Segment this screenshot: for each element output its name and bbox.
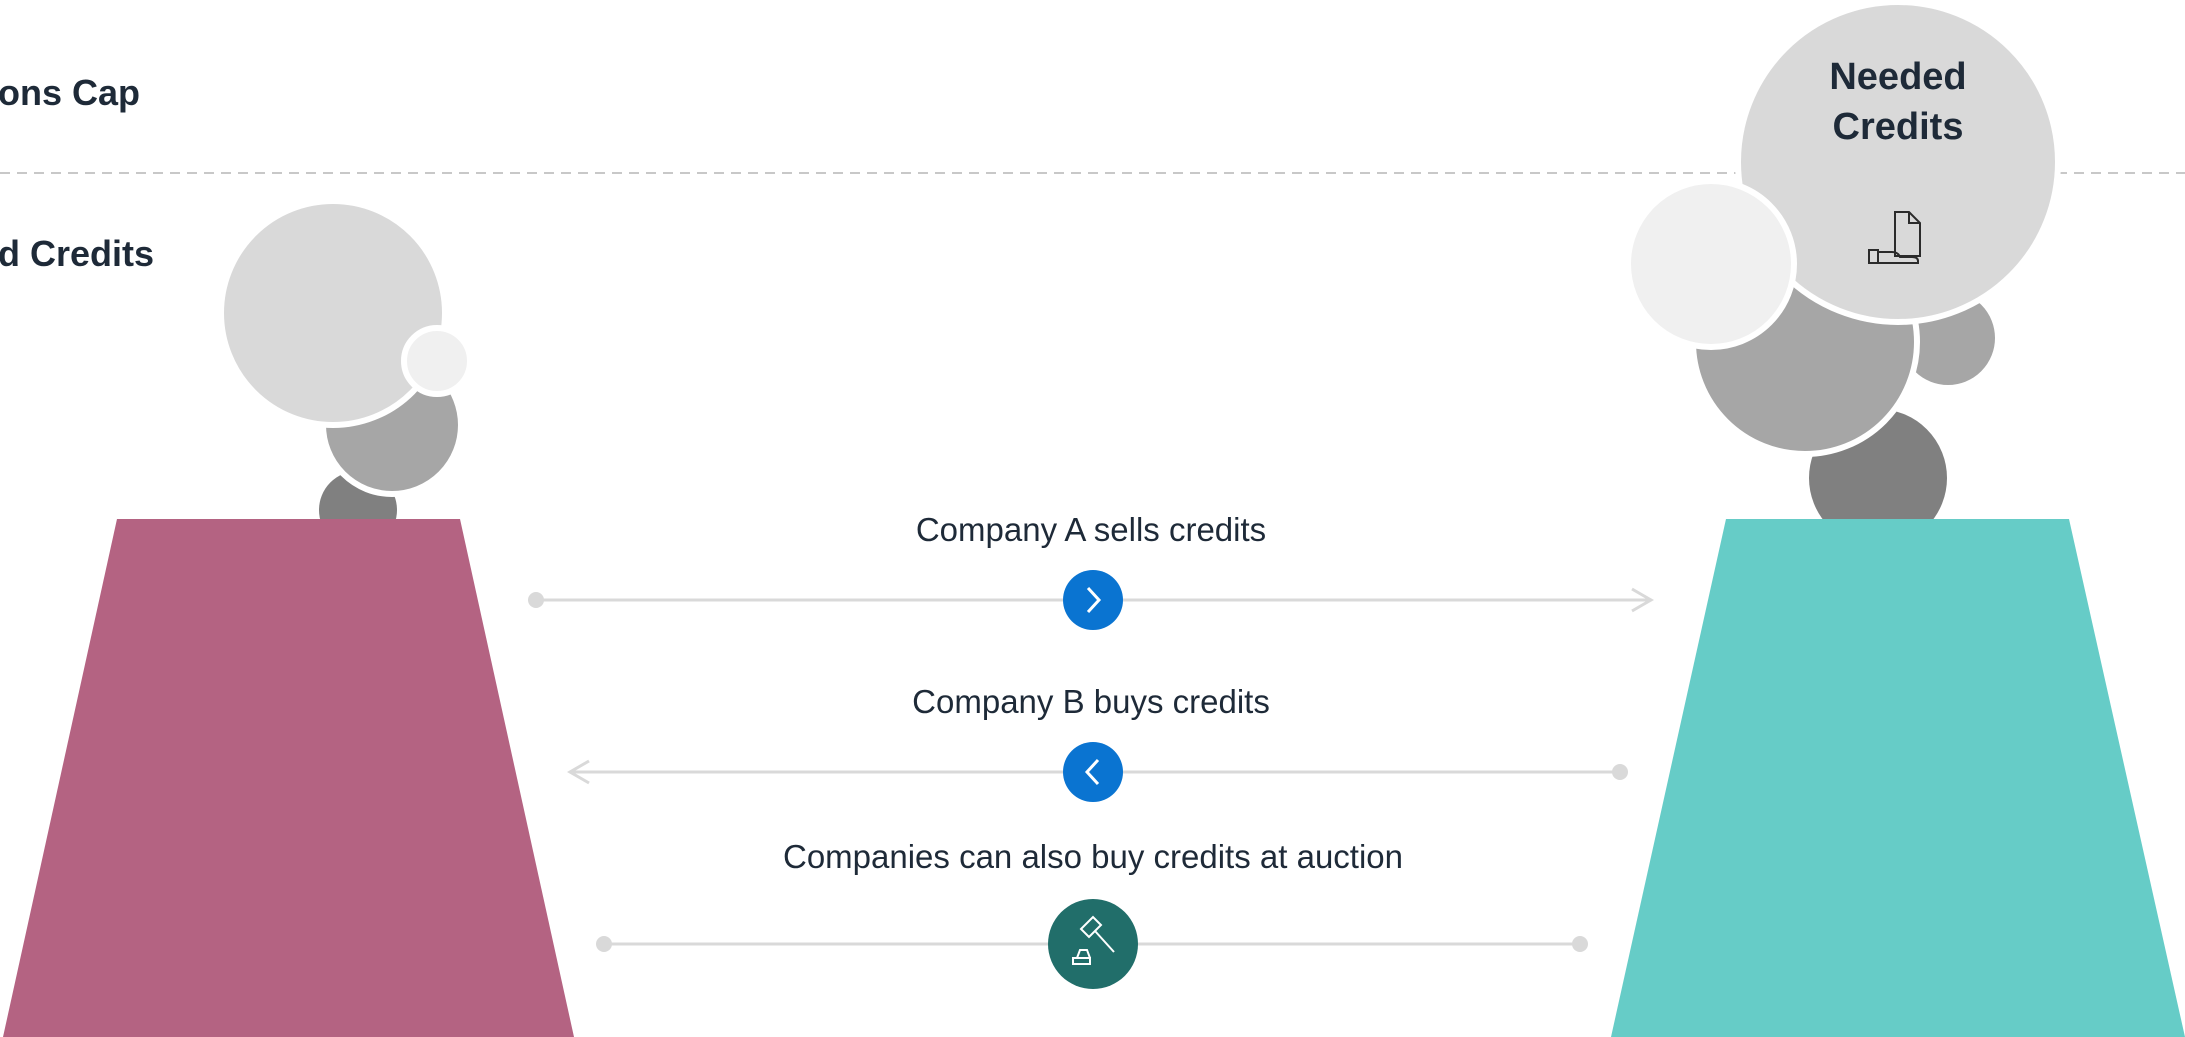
chevron-left-icon (1063, 742, 1123, 802)
buy-flow-caption: Company B buys credits (912, 683, 1270, 720)
bubble-lighter (401, 325, 473, 397)
gavel-icon (1048, 899, 1138, 989)
bubble-lighter (1625, 178, 1797, 350)
company-a-shape (3, 519, 574, 1037)
bubble-light (218, 198, 448, 428)
chevron-right-icon (1063, 570, 1123, 630)
sell-flow-caption: Company A sells credits (915, 511, 1267, 548)
company-b-shape (1611, 519, 2185, 1037)
needed-credits-line-1: Needed (1829, 56, 1967, 98)
needed-credits-label: Needed Credits (1829, 52, 1966, 152)
needed-credits-line-2: Credits (1832, 106, 1964, 148)
company-a-bubbles (218, 198, 473, 555)
auction-flow-caption: Companies can also buy credits at auctio… (782, 838, 1404, 875)
emissions-trading-diagram: ons Cap d Credits Needed Credits Company… (0, 0, 2185, 1037)
